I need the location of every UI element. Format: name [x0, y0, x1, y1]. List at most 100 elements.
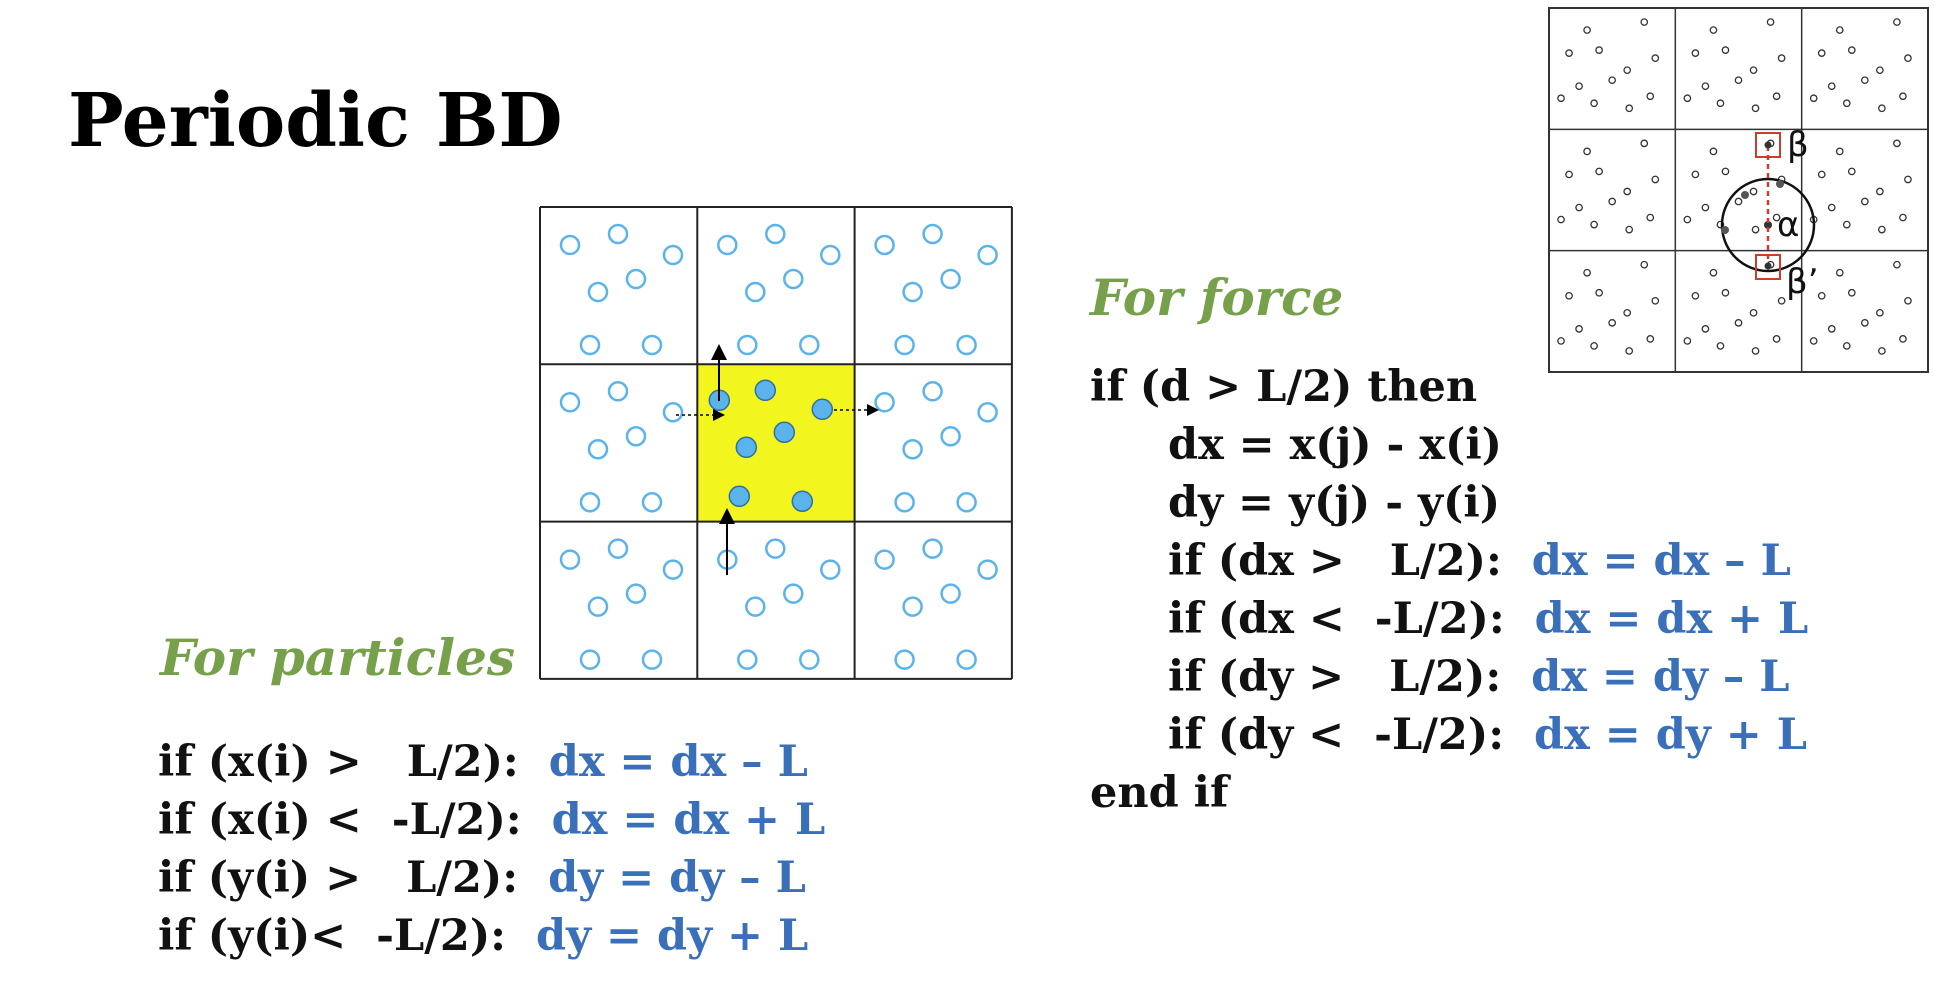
- particle-image: [737, 334, 758, 356]
- inset-particle: [1893, 139, 1901, 148]
- inset-particle: [1860, 197, 1869, 206]
- inset-particle: [1751, 347, 1760, 355]
- inset-particle: [1772, 92, 1781, 101]
- inset-particle: [1625, 104, 1634, 113]
- neighbor-particle: [1741, 191, 1749, 199]
- particle-image: [662, 402, 684, 423]
- particle-image: [874, 392, 895, 413]
- code-line: if (x(i) < -L/2): dx = dx + L: [158, 791, 825, 849]
- inset-particle: [1709, 268, 1718, 277]
- inset-particle: [1842, 220, 1851, 229]
- particle-image: [922, 381, 943, 402]
- inset-particle: [1749, 308, 1758, 317]
- particle-image: [902, 439, 923, 460]
- inset-particle: [1608, 76, 1617, 85]
- inset-particle: [1565, 291, 1573, 300]
- inset-particle: [1623, 187, 1632, 196]
- inset-particle: [1623, 66, 1632, 75]
- inset-particle: [1876, 187, 1884, 196]
- inset-particle: [1691, 170, 1700, 179]
- inset-particle: [1716, 342, 1725, 350]
- code-line: dy = y(j) - y(i): [1090, 474, 1808, 532]
- particle-filled: [754, 379, 777, 402]
- inset-particle: [1827, 203, 1836, 212]
- particle-image: [587, 439, 609, 460]
- inset-particle: [1623, 308, 1632, 317]
- particle-filled: [728, 485, 751, 508]
- particle-image: [607, 381, 629, 402]
- code-line: if (y(i) > L/2): dy = dy – L: [158, 849, 825, 907]
- inset-particle: [1651, 54, 1660, 62]
- inset-particle: [1827, 82, 1836, 91]
- particle-image: [745, 281, 766, 303]
- inset-particle: [1646, 92, 1655, 101]
- particle-image: [940, 583, 961, 604]
- particle-image: [625, 268, 647, 290]
- inset-particle: [1835, 26, 1844, 34]
- inset-particle: [1777, 175, 1786, 184]
- particle-image: [625, 583, 647, 604]
- code-line: if (y(i)< -L/2): dy = dy + L: [158, 907, 825, 965]
- code-assignment: dy = dy – L: [548, 853, 806, 903]
- inset-particle: [1590, 342, 1598, 350]
- particle-image: [587, 596, 609, 617]
- code-assignment: dy = dy + L: [536, 911, 809, 961]
- inset-particle: [1751, 225, 1760, 234]
- particle-image: [641, 492, 663, 513]
- code-condition: if (dy > L/2):: [1168, 652, 1502, 702]
- inset-particle: [1817, 170, 1826, 179]
- inset-particle: [1899, 335, 1907, 343]
- inset-particle: [1608, 319, 1617, 327]
- inset-particle: [1734, 319, 1743, 327]
- particles-code-block: if (x(i) > L/2): dx = dx – L if (x(i) < …: [158, 733, 825, 965]
- inset-particle: [1640, 18, 1649, 26]
- inset-particle: [1575, 82, 1583, 91]
- particle-image: [737, 649, 758, 670]
- inset-particle: [1575, 203, 1583, 212]
- inset-particle: [1721, 167, 1730, 176]
- inset-particle: [1876, 66, 1884, 75]
- inset-particle: [1683, 215, 1692, 224]
- inset-particle: [1878, 104, 1886, 113]
- particle-image: [977, 244, 998, 266]
- inset-particle: [1876, 308, 1884, 317]
- inset-particle: [1878, 225, 1886, 234]
- inset-particle: [1860, 76, 1869, 85]
- code-condition: if (x(i) > L/2):: [158, 737, 519, 787]
- inset-particle: [1608, 197, 1617, 206]
- code-condition: if (y(i)< -L/2):: [158, 911, 507, 961]
- inset-particle: [1683, 337, 1692, 345]
- inset-particle: [1899, 92, 1907, 101]
- inset-particle: [1749, 66, 1758, 75]
- inset-particle: [1772, 335, 1781, 343]
- inset-particle: [1557, 94, 1565, 103]
- code-open: if (d > L/2) then: [1090, 362, 1478, 412]
- particle-filled: [773, 421, 796, 444]
- particle-image: [717, 549, 738, 570]
- particle-image: [579, 492, 601, 513]
- inset-particle: [1651, 296, 1660, 305]
- inset-particle: [1847, 167, 1856, 176]
- inset-particle: [1847, 288, 1856, 297]
- inset-particle: [1646, 213, 1655, 222]
- particle-image: [625, 426, 647, 447]
- particle-image: [956, 649, 977, 670]
- inset-particle: [1646, 335, 1655, 343]
- inset-particle: [1809, 337, 1818, 345]
- inset-particle: [1575, 325, 1583, 333]
- particle-image: [922, 538, 943, 559]
- inset-particle: [1625, 225, 1634, 234]
- inset-particle: [1557, 337, 1565, 345]
- code-condition: if (dy < -L/2):: [1168, 710, 1505, 760]
- beta-prime-particle: [1764, 262, 1772, 270]
- inset-particle: [1734, 76, 1743, 85]
- inset-particle: [1766, 18, 1775, 26]
- inset-particle: [1893, 18, 1901, 26]
- particle-image: [783, 268, 804, 290]
- particle-image: [641, 334, 663, 356]
- particle-image: [902, 596, 923, 617]
- particle-image: [662, 559, 684, 580]
- particles-heading: For particles: [160, 628, 516, 687]
- particle-image: [902, 281, 923, 303]
- force-code-block: if (d > L/2) then dx = x(j) - x(i) dy = …: [1090, 358, 1808, 822]
